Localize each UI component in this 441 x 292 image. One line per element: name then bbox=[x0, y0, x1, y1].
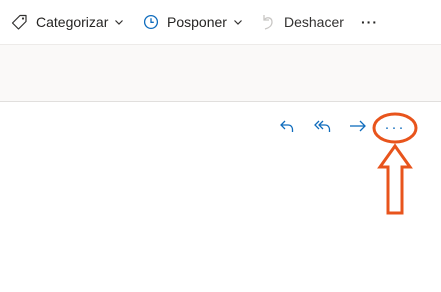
reply-all-icon bbox=[314, 118, 332, 139]
reply-icon bbox=[279, 118, 295, 139]
clock-icon bbox=[143, 14, 159, 30]
toolbar-more-button[interactable]: ··· bbox=[361, 0, 378, 44]
undo-label: Deshacer bbox=[284, 14, 344, 30]
chevron-down-icon bbox=[233, 17, 243, 27]
categorize-label: Categorizar bbox=[36, 14, 109, 30]
forward-icon bbox=[349, 119, 367, 138]
forward-button[interactable] bbox=[347, 118, 369, 138]
snooze-button[interactable]: Posponer bbox=[143, 0, 243, 44]
undo-icon bbox=[261, 13, 275, 31]
undo-button[interactable]: Deshacer bbox=[261, 0, 344, 44]
more-options-label: ··· bbox=[361, 14, 378, 30]
reply-all-button[interactable] bbox=[311, 118, 335, 138]
chevron-down-icon bbox=[114, 17, 124, 27]
reply-button[interactable] bbox=[276, 118, 298, 138]
tag-icon bbox=[11, 14, 28, 31]
command-toolbar: Categorizar Posponer Deshacer ··· bbox=[0, 0, 441, 45]
more-actions-label: ··· bbox=[384, 118, 406, 136]
message-more-actions-button[interactable]: ··· bbox=[381, 115, 409, 139]
reading-pane bbox=[0, 101, 441, 292]
snooze-label: Posponer bbox=[167, 14, 227, 30]
categorize-button[interactable]: Categorizar bbox=[11, 0, 124, 44]
